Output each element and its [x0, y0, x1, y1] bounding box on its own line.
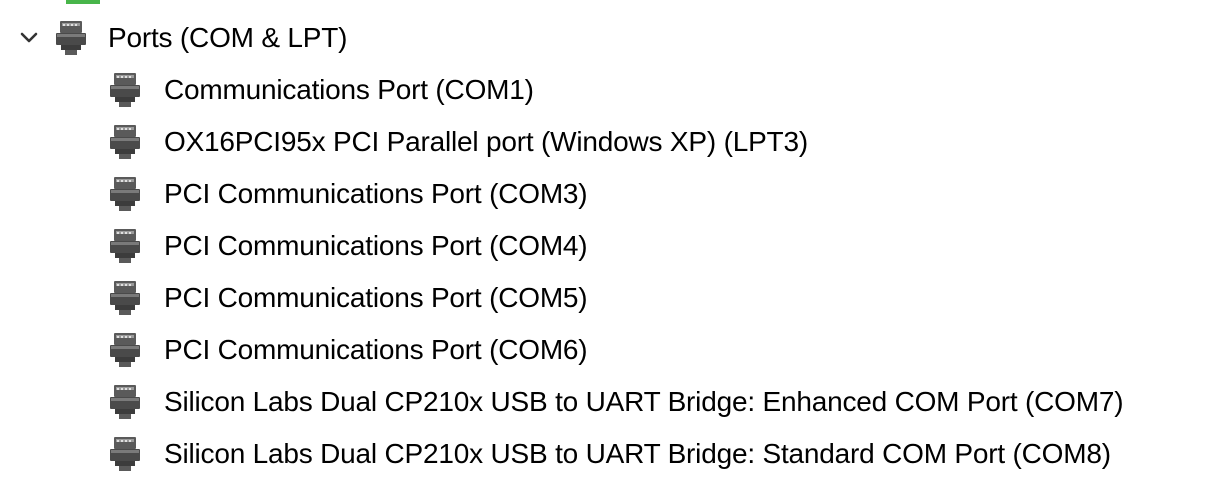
port-icon	[110, 73, 140, 107]
tree-node-device[interactable]: PCI Communications Port (COM6)	[110, 324, 1227, 376]
port-icon	[110, 437, 140, 471]
device-label: PCI Communications Port (COM6)	[164, 334, 588, 365]
device-label: PCI Communications Port (COM5)	[164, 282, 588, 313]
category-label: Ports (COM & LPT)	[108, 22, 348, 53]
port-icon	[110, 125, 140, 159]
tree-node-device[interactable]: Silicon Labs Dual CP210x USB to UART Bri…	[110, 376, 1227, 428]
device-label: Silicon Labs Dual CP210x USB to UART Bri…	[164, 438, 1111, 469]
tree-node-device[interactable]: Communications Port (COM1)	[110, 64, 1227, 116]
port-icon	[110, 229, 140, 263]
device-label: Communications Port (COM1)	[164, 74, 534, 105]
port-icon	[110, 385, 140, 419]
port-icon	[110, 281, 140, 315]
port-icon	[110, 333, 140, 367]
tree-node-device[interactable]: PCI Communications Port (COM4)	[110, 220, 1227, 272]
selection-accent	[66, 0, 100, 4]
device-tree: Ports (COM & LPT) Communications Port (C…	[0, 0, 1227, 457]
device-label: OX16PCI95x PCI Parallel port (Windows XP…	[164, 126, 808, 157]
tree-node-device[interactable]: Silicon Labs Dual CP210x USB to UART Bri…	[110, 428, 1227, 480]
tree-node-device[interactable]: PCI Communications Port (COM3)	[110, 168, 1227, 220]
tree-node-ports-category[interactable]: Ports (COM & LPT)	[0, 12, 347, 64]
tree-node-device[interactable]: OX16PCI95x PCI Parallel port (Windows XP…	[110, 116, 1227, 168]
port-icon	[56, 21, 86, 55]
tree-node-device[interactable]: PCI Communications Port (COM5)	[110, 272, 1227, 324]
device-list: Communications Port (COM1) OX16PCI95x PC…	[110, 64, 1227, 480]
device-label: Silicon Labs Dual CP210x USB to UART Bri…	[164, 386, 1124, 417]
device-label: PCI Communications Port (COM4)	[164, 230, 588, 261]
device-label: PCI Communications Port (COM3)	[164, 178, 588, 209]
port-icon	[110, 177, 140, 211]
chevron-down-icon[interactable]	[14, 23, 44, 53]
